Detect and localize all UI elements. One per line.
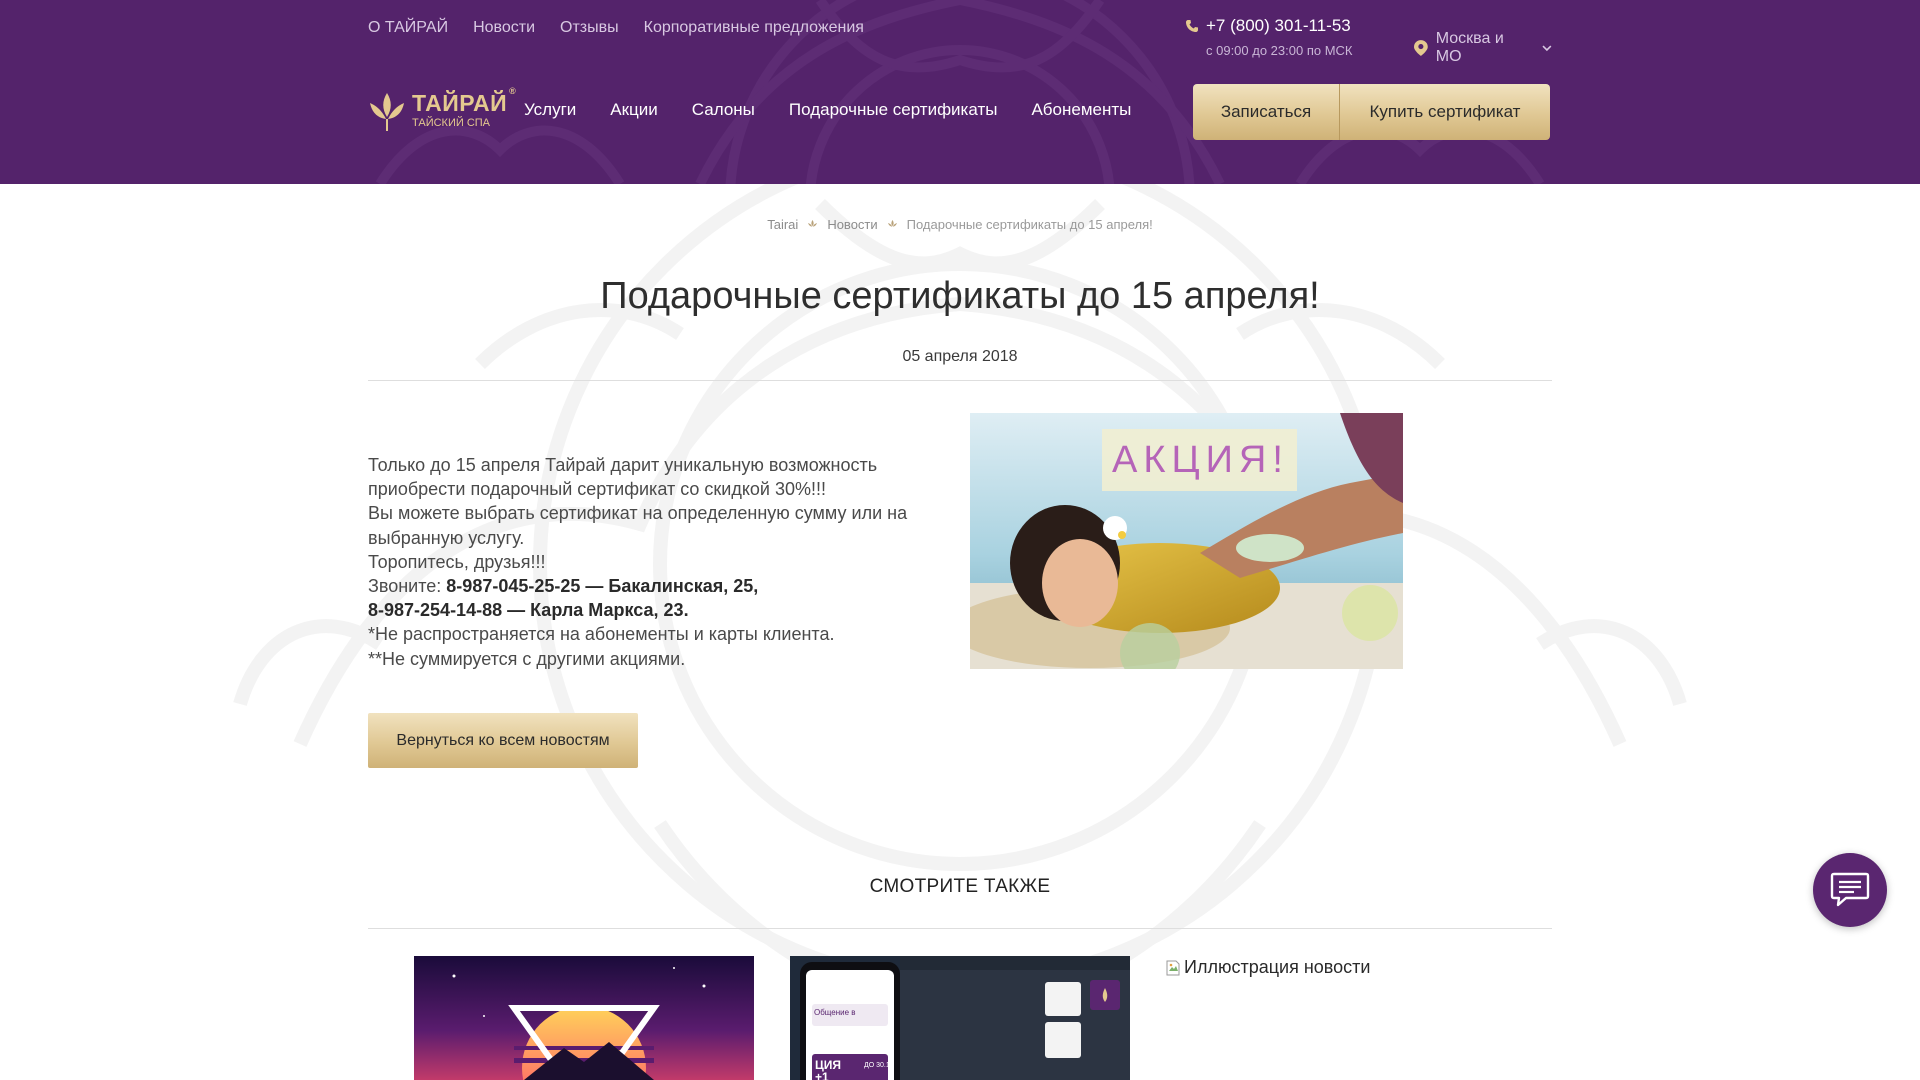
contact-phone-1[interactable]: 8-987-045-25-25 — Бакалинская, 25, — [446, 576, 758, 596]
article-body: Только до 15 апреля Тайрай дарит уникаль… — [368, 453, 908, 671]
nav-item-gift-certificates[interactable]: Подарочные сертификаты — [789, 100, 998, 120]
article-note: **Не суммируется с другими акциями. — [368, 648, 686, 669]
news-card-2[interactable]: Общение в ЦИЯ +1 ДО 30.11 — [790, 956, 1130, 1080]
logo-title: ТАЙРАЙ — [412, 89, 508, 116]
region-selector[interactable]: Москва и МО — [1414, 30, 1552, 66]
leaf-separator-icon — [887, 220, 897, 227]
site-logo[interactable]: ТАЙРАЙ ® ТАЙСКИЙ СПА — [368, 86, 516, 131]
leaf-separator-icon — [808, 220, 818, 227]
publication-date: 05 апреля 2018 — [902, 348, 1018, 365]
phone-block: +7 (800) 301-11-53 с 09:00 до 23:00 по М… — [1186, 16, 1353, 58]
top-link-reviews[interactable]: Отзывы — [560, 19, 619, 37]
working-hours: с 09:00 до 23:00 по МСК — [1206, 43, 1353, 58]
chat-bubble-icon — [1830, 872, 1870, 907]
promo-image: АКЦИЯ! — [970, 413, 1403, 669]
article-paragraph: Торопитесь, друзья!!! — [368, 551, 546, 572]
title-divider — [368, 380, 1552, 381]
top-link-news[interactable]: Новости — [473, 19, 535, 37]
lotus-logo-icon — [370, 93, 404, 131]
logo-subtitle: ТАЙСКИЙ СПА — [412, 116, 491, 129]
main-nav: Услуги Акции Салоны Подарочные сертифика… — [524, 100, 1131, 120]
broken-image-alt-text: Иллюстрация новости — [1184, 957, 1371, 977]
breadcrumb-home[interactable]: Tairai — [767, 217, 798, 232]
nav-item-promotions[interactable]: Акции — [610, 100, 658, 120]
back-to-news-button[interactable]: Вернуться ко всем новостям — [368, 713, 638, 768]
nav-item-subscriptions[interactable]: Абонементы — [1031, 100, 1131, 120]
region-label: Москва и МО — [1435, 30, 1504, 65]
broken-image-icon — [1166, 960, 1180, 975]
chevron-down-icon — [1542, 45, 1552, 52]
phone-icon — [1186, 20, 1198, 32]
broken-image-placeholder: Иллюстрация новости — [1166, 957, 1506, 978]
phone-number[interactable]: +7 (800) 301-11-53 — [1206, 16, 1351, 36]
article-paragraph: Вы можете выбрать сертификат на определе… — [368, 503, 908, 548]
see-also-heading: СМОТРИТЕ ТАКЖЕ — [869, 876, 1051, 897]
see-also-divider — [368, 928, 1552, 929]
location-pin-icon — [1414, 40, 1428, 56]
call-prefix: Звоните: — [368, 576, 447, 597]
chat-button[interactable] — [1813, 853, 1887, 927]
contact-phone-2[interactable]: 8-987-254-14-88 — Карла Маркса, 23. — [368, 600, 689, 620]
top-link-corporate[interactable]: Корпоративные предложения — [644, 19, 864, 37]
breadcrumb: Tairai Новости Подарочные сертификаты до… — [0, 217, 1920, 232]
breadcrumb-news[interactable]: Новости — [827, 217, 877, 232]
nav-item-services[interactable]: Услуги — [524, 100, 576, 120]
site-header: О ТАЙРАЙ Новости Отзывы Корпоративные пр… — [0, 0, 1920, 184]
buy-certificate-button[interactable]: Купить сертификат — [1340, 84, 1550, 140]
signup-button[interactable]: Записаться — [1193, 84, 1340, 140]
page-title: Подарочные сертификаты до 15 апреля! — [600, 275, 1320, 317]
header-buttons: Записаться Купить сертификат — [1193, 84, 1550, 140]
top-links: О ТАЙРАЙ Новости Отзывы Корпоративные пр… — [368, 19, 864, 37]
registered-mark: ® — [509, 85, 517, 96]
news-card-1-image — [414, 956, 754, 1080]
news-card-1[interactable] — [414, 956, 754, 1080]
breadcrumb-current: Подарочные сертификаты до 15 апреля! — [906, 217, 1153, 232]
nav-item-salons[interactable]: Салоны — [692, 100, 755, 120]
news-card-3[interactable]: Иллюстрация новости — [1166, 957, 1506, 978]
article-contacts: Звоните: 8-987-045-25-25 — Бакалинская, … — [368, 574, 908, 598]
article-paragraph: Только до 15 апреля Тайрай дарит уникаль… — [368, 455, 878, 500]
article-note: *Не распространяется на абонементы и кар… — [368, 624, 835, 645]
card-2-text: Общение в — [814, 1008, 856, 1017]
promo-caption: АКЦИЯ! — [1112, 439, 1289, 481]
card-2-promo-number: +1 — [815, 1070, 829, 1080]
card-2-promo-date: ДО 30.11 — [864, 1062, 894, 1069]
top-link-about[interactable]: О ТАЙРАЙ — [368, 19, 448, 37]
